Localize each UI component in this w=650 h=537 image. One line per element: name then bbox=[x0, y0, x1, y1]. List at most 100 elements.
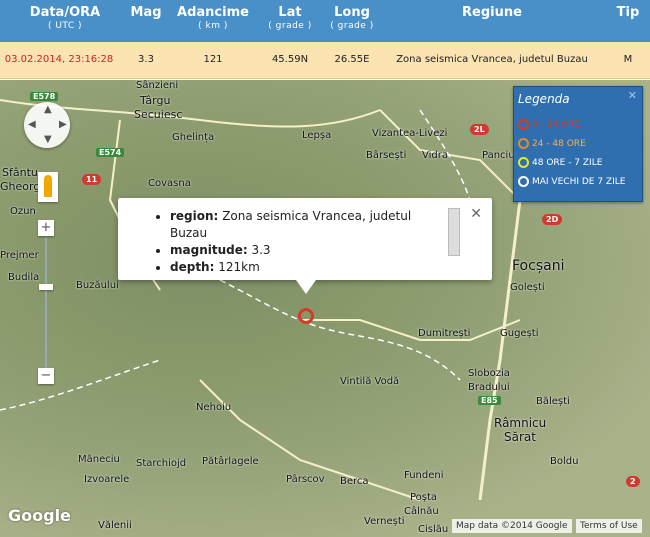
popup-magnitude-label: magnitude: bbox=[170, 243, 248, 257]
pan-up-icon[interactable]: ▲ bbox=[44, 104, 52, 115]
label-ghelinta: Ghelința bbox=[172, 132, 215, 143]
col-datetime-title: Data/ORA bbox=[29, 5, 101, 20]
col-lat-unit: ( grade ) bbox=[268, 21, 312, 31]
legend-dot-yellow-icon bbox=[518, 157, 529, 168]
col-datetime: Data/ORA ( UTC ) bbox=[20, 6, 110, 32]
col-long-unit: ( grade ) bbox=[330, 21, 374, 31]
col-depth-title: Adancime bbox=[177, 5, 249, 20]
label-panciu: Panciu bbox=[482, 150, 515, 161]
map-data-attribution: Map data ©2014 Google bbox=[452, 519, 572, 533]
pegman-icon bbox=[44, 175, 52, 197]
col-lat-title: Lat bbox=[278, 5, 302, 20]
pan-control[interactable]: ▲ ▼ ◀ ▶ bbox=[24, 102, 70, 148]
label-covasna: Covasna bbox=[148, 178, 191, 189]
popup-depth-value: 121km bbox=[218, 260, 260, 274]
col-mag-title: Mag bbox=[130, 5, 162, 20]
close-icon[interactable]: ✕ bbox=[470, 206, 482, 222]
label-vizantea: Vizantea-Livezi bbox=[372, 128, 448, 139]
label-golesti: Golești bbox=[510, 282, 545, 293]
road-badge-2d: 2D bbox=[542, 214, 563, 225]
legend-title: Legenda bbox=[518, 92, 570, 106]
col-type: Tip bbox=[606, 6, 650, 20]
label-calnau: Câlnău bbox=[404, 506, 439, 517]
label-gheorghe: Gheorg bbox=[0, 180, 41, 193]
label-cislau: Cislău bbox=[418, 524, 449, 535]
zoom-slider-knob[interactable] bbox=[39, 284, 53, 290]
col-depth: Adancime ( km ) bbox=[172, 6, 254, 32]
label-barsesti: Bârsești bbox=[366, 150, 407, 161]
popup-region: region: Zona seismica Vrancea, judetul B… bbox=[170, 208, 440, 242]
label-dumitresti: Dumitrești bbox=[418, 328, 471, 339]
terms-link[interactable]: Terms of Use bbox=[576, 519, 642, 533]
label-nehoiu: Nehoiu bbox=[196, 402, 232, 413]
col-type-title: Tip bbox=[616, 5, 640, 20]
popup-magnitude-value: 3.3 bbox=[251, 243, 271, 257]
legend-dot-red-icon bbox=[518, 119, 529, 130]
label-vernesti: Vernești bbox=[364, 516, 405, 527]
epicenter-marker[interactable] bbox=[298, 308, 314, 324]
label-posta: Poșta bbox=[410, 492, 438, 503]
row-mag: 3.3 bbox=[138, 54, 154, 65]
label-buzaului: Buzăului bbox=[76, 280, 119, 291]
label-slobozia: Slobozia bbox=[468, 368, 510, 379]
table-row[interactable]: 03.02.2014, 23:16:28 3.3 121 45.59N 26.5… bbox=[0, 42, 650, 79]
col-datetime-unit: ( UTC ) bbox=[47, 21, 83, 31]
label-targu: Târgu bbox=[140, 94, 171, 107]
label-vintila: Vintilă Vodă bbox=[340, 376, 400, 387]
road-badge-2: 2 bbox=[626, 476, 640, 487]
label-valenii: Vălenii bbox=[98, 520, 132, 531]
label-focsani: Focșani bbox=[512, 258, 565, 274]
pan-left-icon[interactable]: ◀ bbox=[28, 119, 36, 130]
pan-right-icon[interactable]: ▶ bbox=[59, 119, 67, 130]
google-logo: Google bbox=[8, 506, 71, 525]
zoom-in-button[interactable]: + bbox=[38, 220, 54, 236]
legend-panel: Legenda ✕ 0 - 24 ORE 24 - 48 ORE 48 ORE … bbox=[513, 86, 643, 202]
col-mag: Mag bbox=[124, 6, 168, 20]
label-gugesti: Gugești bbox=[500, 328, 539, 339]
legend-item-48-7: 48 ORE - 7 ZILE bbox=[518, 157, 602, 173]
label-berca: Berca bbox=[340, 476, 369, 487]
popup-depth: depth: 121km bbox=[170, 259, 440, 276]
legend-item-24-48: 24 - 48 ORE bbox=[518, 138, 586, 154]
col-region: Regiune bbox=[392, 6, 592, 20]
label-budila: Budila bbox=[8, 272, 40, 283]
label-lepsa: Lepșa bbox=[302, 130, 332, 141]
col-long: Long ( grade ) bbox=[324, 6, 380, 32]
popup-magnitude: magnitude: 3.3 bbox=[170, 242, 440, 259]
road-badge-2l: 2L bbox=[470, 124, 489, 135]
legend-close-icon[interactable]: ✕ bbox=[628, 89, 637, 102]
street-view-pegman[interactable] bbox=[38, 172, 58, 202]
label-boldu: Boldu bbox=[550, 456, 579, 467]
label-sarat: Sărat bbox=[504, 430, 536, 444]
pan-down-icon[interactable]: ▼ bbox=[44, 134, 52, 145]
road-badge-e85: E85 bbox=[478, 396, 501, 405]
zoom-slider-track[interactable] bbox=[45, 238, 47, 368]
label-sanzieni: Sânzieni bbox=[136, 80, 179, 91]
label-ozun: Ozun bbox=[10, 206, 36, 217]
row-region: Zona seismica Vrancea, judetul Buzau bbox=[396, 54, 588, 65]
table-header: Data/ORA ( UTC ) Mag Adancime ( km ) Lat… bbox=[0, 0, 650, 42]
road-badge-11: 11 bbox=[82, 174, 102, 185]
popup-scrollbar[interactable] bbox=[448, 208, 460, 256]
label-starchiojd: Starchiojd bbox=[136, 458, 187, 469]
label-sfantu: Sfântu bbox=[2, 166, 38, 179]
zoom-out-button[interactable]: − bbox=[38, 368, 54, 384]
col-lat: Lat ( grade ) bbox=[262, 6, 318, 32]
label-vidra: Vidra bbox=[422, 150, 448, 161]
legend-dot-orange-icon bbox=[518, 138, 529, 149]
label-prejmer: Prejmer bbox=[0, 250, 39, 261]
col-depth-unit: ( km ) bbox=[198, 21, 228, 31]
legend-label-older: MAI VECHI DE 7 ZILE bbox=[532, 177, 626, 187]
legend-item-0-24: 0 - 24 ORE bbox=[518, 119, 580, 135]
legend-label-24-48: 24 - 48 ORE bbox=[532, 139, 586, 149]
legend-item-older: MAI VECHI DE 7 ZILE bbox=[518, 176, 625, 192]
popup-depth-label: depth: bbox=[170, 260, 215, 274]
label-balesti: Bălești bbox=[536, 396, 570, 407]
col-region-title: Regiune bbox=[462, 5, 522, 20]
label-fundeni: Fundeni bbox=[404, 470, 444, 481]
row-long: 26.55E bbox=[334, 54, 370, 65]
road-badge-e578: E578 bbox=[30, 92, 59, 101]
row-type: M bbox=[623, 54, 633, 65]
label-parscov: Pârscov bbox=[286, 474, 325, 485]
row-lat: 45.59N bbox=[271, 54, 309, 65]
